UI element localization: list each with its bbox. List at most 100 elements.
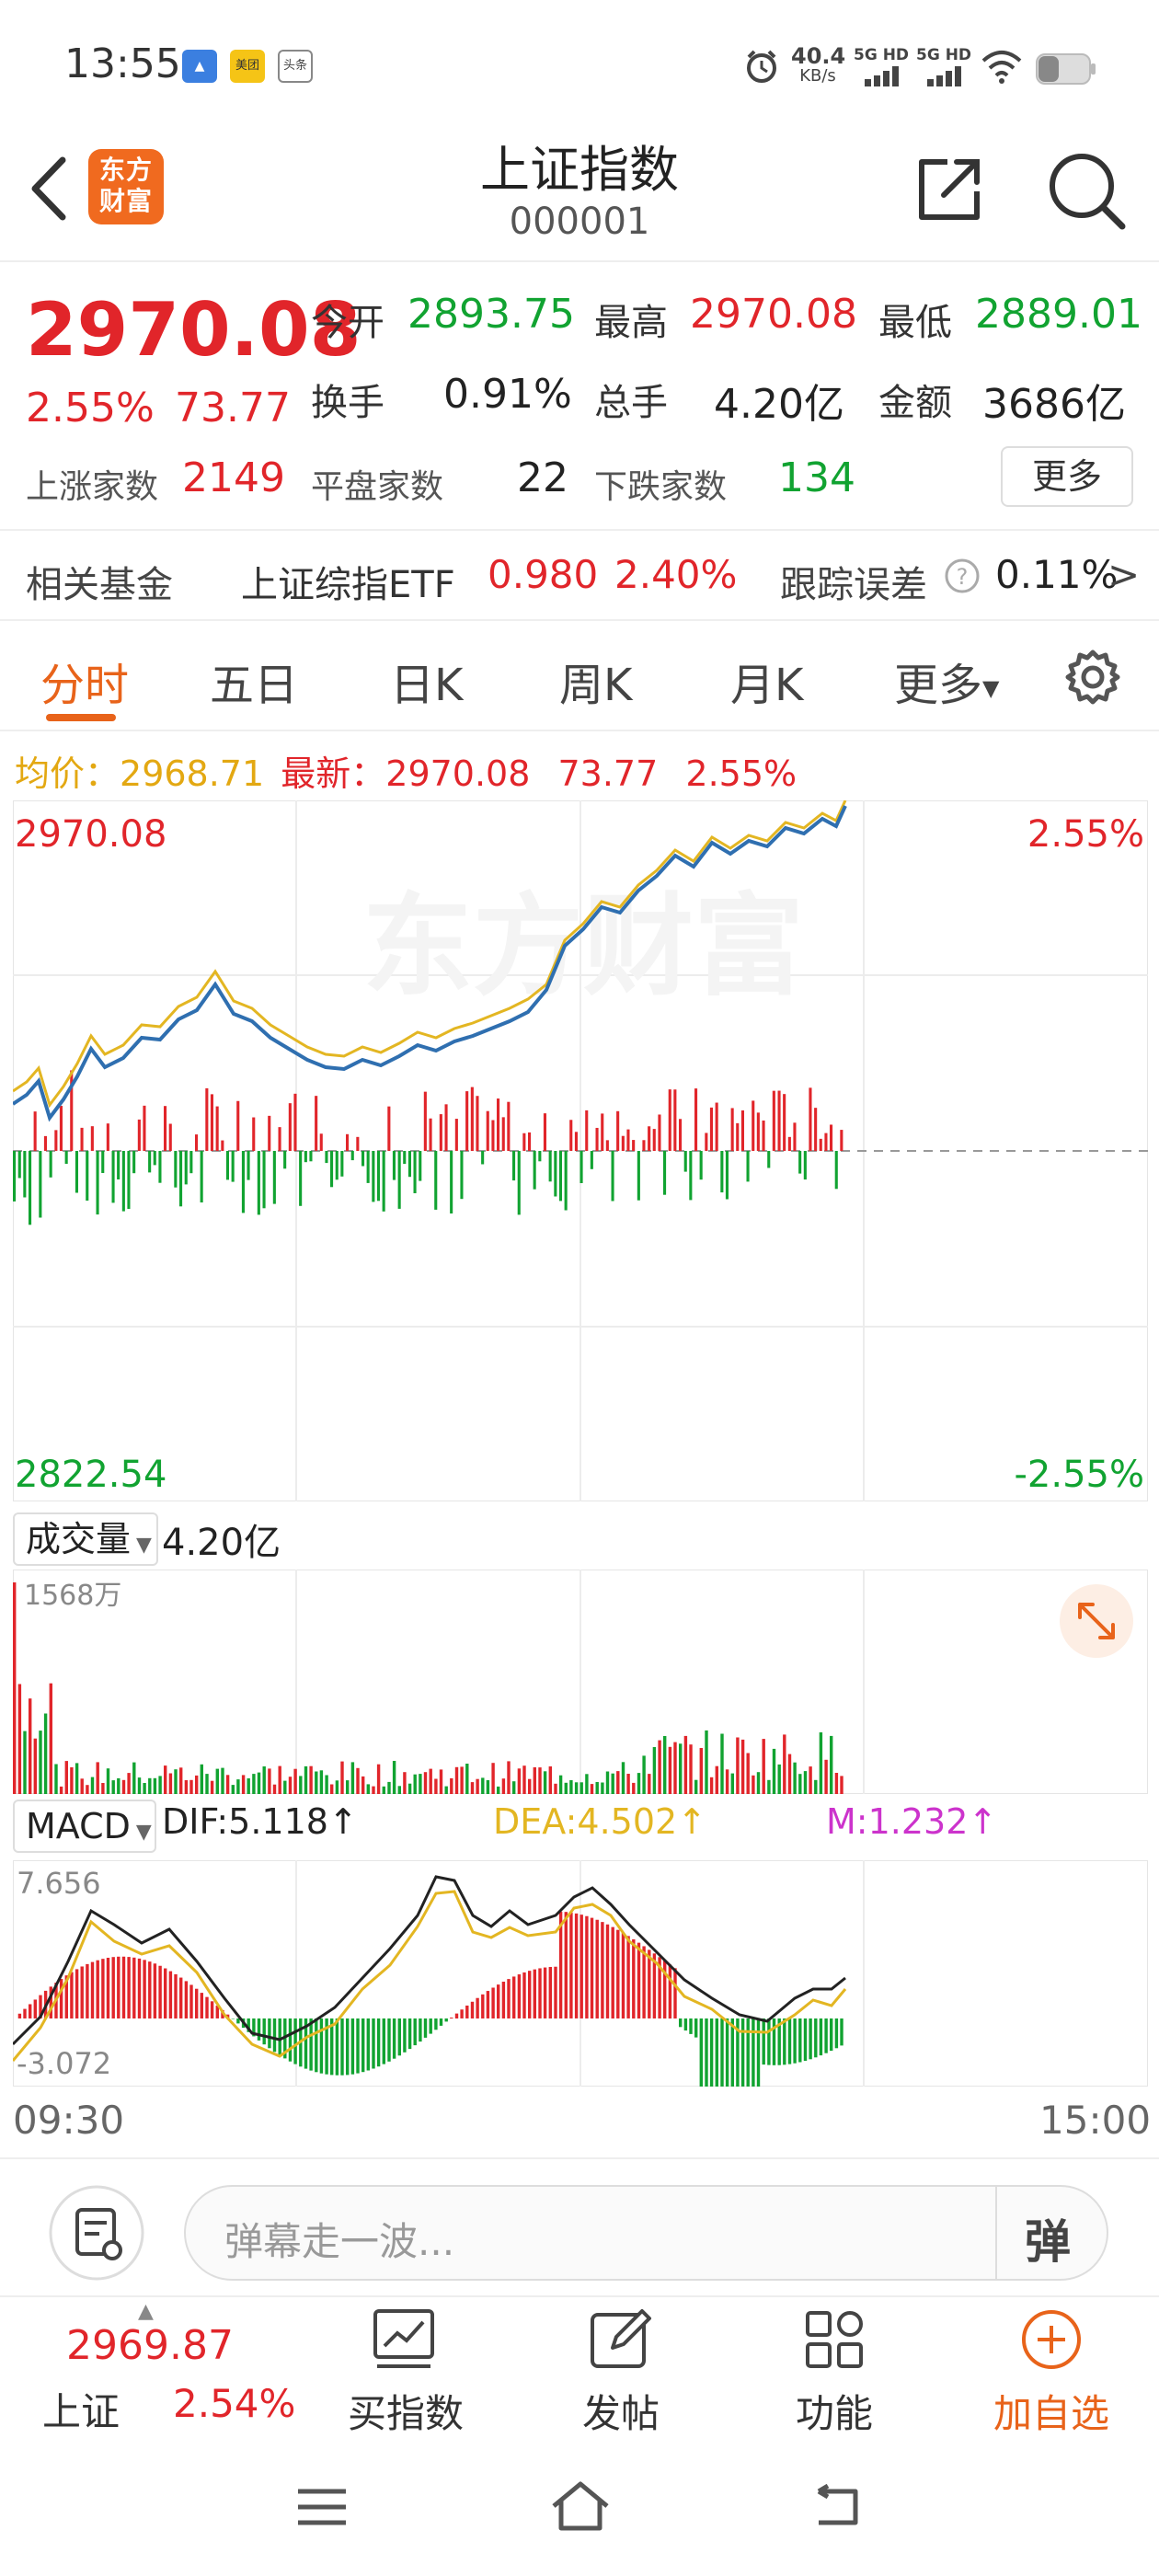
bottom-index-price[interactable]: 2969.87 [66,2322,234,2369]
volume-selector[interactable]: 成交量 ▼ [13,1512,158,1566]
tab-weekly-k[interactable]: 周K [559,649,632,713]
bottom-index-name[interactable]: 上证 [42,2381,120,2437]
minute-bar [648,1126,651,1151]
dropdown-icon: ▼ [982,675,1000,701]
volume-bar [740,1739,745,1794]
minute-bar [288,1103,292,1152]
volume-total: 4.20亿 [162,1522,281,1564]
home-icon[interactable] [548,2478,613,2534]
macd-chart[interactable]: 7.656 -3.072 [13,1860,1148,2087]
intraday-price-chart[interactable]: 东方财富 2970.08 2822.54 2.55% -2.55% [13,800,1148,1501]
share-icon[interactable] [916,156,982,223]
minute-bar [382,1151,385,1212]
minute-bar [423,1091,427,1152]
fund-arrow-icon[interactable]: > [1107,552,1140,597]
latest-value: 2970.08 [385,753,531,794]
volume-bar [304,1765,308,1794]
minute-bar [762,1120,765,1152]
minute-bar [257,1151,260,1215]
macd-bar [814,2018,818,2058]
buy-index-icon[interactable] [372,2307,436,2372]
minute-bar [403,1151,407,1165]
tracking-error-label: 跟踪误差 [780,564,927,606]
minute-bar [730,1108,734,1152]
danmu-input[interactable]: 弹幕走一波... 弹 [184,2185,1108,2281]
open-label: 今开 [311,302,384,344]
post-button[interactable]: 发帖 [552,2383,690,2439]
danmu-toggle-button[interactable]: 弹 [1025,2205,1071,2271]
minute-bar [293,1093,297,1152]
post-icon[interactable] [589,2307,653,2372]
functions-button[interactable]: 功能 [765,2383,903,2439]
minute-bar [153,1151,156,1166]
macd-bar [803,2018,808,2061]
tab-more[interactable]: 更多▼ [894,649,999,713]
macd-bar [767,2018,771,2065]
volume-bar [257,1772,261,1794]
functions-grid-icon[interactable] [802,2307,866,2372]
bottom-index-pct[interactable]: 2.54% [173,2381,295,2426]
minute-bar [736,1122,740,1151]
minute-bar [767,1151,771,1168]
volume-bar [86,1785,89,1794]
minute-bar [101,1151,105,1173]
macd-bar [168,1971,173,2018]
volume-bar [756,1772,761,1794]
add-watchlist-icon[interactable] [1019,2307,1084,2372]
collapse-up-icon[interactable]: ▲ [138,2300,154,2323]
volume-bar [783,1734,786,1794]
fund-name[interactable]: 上证综指ETF [241,555,455,608]
back-icon[interactable] [809,2484,865,2530]
volume-bar [319,1770,324,1794]
volume-chart[interactable]: 1568万 [13,1570,1148,1794]
menu-icon[interactable] [294,2484,350,2530]
settings-gear-icon[interactable] [1063,648,1122,707]
macd-bar [80,1966,84,2018]
minute-bar [96,1151,99,1215]
minute-bar [121,1151,125,1212]
volume-bar [278,1765,281,1794]
macd-selector[interactable]: MACD ▼ [13,1800,156,1853]
macd-dif: DIF:5.118↑ [162,1801,358,1842]
volume-bar [189,1779,193,1794]
add-watchlist-button[interactable]: 加自选 [982,2383,1120,2439]
buy-index-button[interactable]: 买指数 [337,2383,475,2439]
danmu-settings-icon[interactable] [48,2184,145,2282]
more-button[interactable]: 更多 [1001,446,1133,507]
macd-bar [746,2018,750,2087]
up-count: 2149 [182,454,285,501]
macd-bar [335,2018,339,2076]
minute-bar [824,1133,828,1152]
tab-monthly-k[interactable]: 月K [730,649,803,713]
volume-bar [241,1775,246,1794]
volume-bar [522,1765,526,1794]
volume-bar [605,1771,610,1794]
bottom-price-label: 2822.54 [15,1454,166,1496]
stock-code: 000001 [509,201,650,243]
signal-icon [865,66,899,86]
help-icon[interactable]: ? [944,558,981,594]
minute-bar [709,1107,713,1152]
volume-bar [694,1779,698,1794]
volume-bar [325,1775,328,1794]
volume-bar [574,1782,579,1794]
volume-bar [179,1767,183,1794]
minute-bar [752,1100,755,1152]
low-label: 最低 [878,302,952,344]
macd-bar [137,1958,142,2018]
volume-bar [699,1748,703,1794]
macd-bar [231,2018,235,2019]
tab-daily-k[interactable]: 日K [390,649,463,713]
tab-five-day[interactable]: 五日 [210,649,298,713]
minute-bar [225,1151,229,1180]
up-count-label: 上涨家数 [26,468,159,506]
tab-intraday[interactable]: 分时 [40,649,129,713]
minute-bar [174,1151,178,1188]
chart-watermark: 东方财富 [362,883,804,1011]
minute-bar [683,1151,687,1172]
volume-bar [658,1740,661,1794]
search-icon[interactable] [1047,151,1126,230]
macd-bar [590,1917,594,2019]
volume-bar [403,1772,407,1794]
volume-bar [746,1753,750,1794]
